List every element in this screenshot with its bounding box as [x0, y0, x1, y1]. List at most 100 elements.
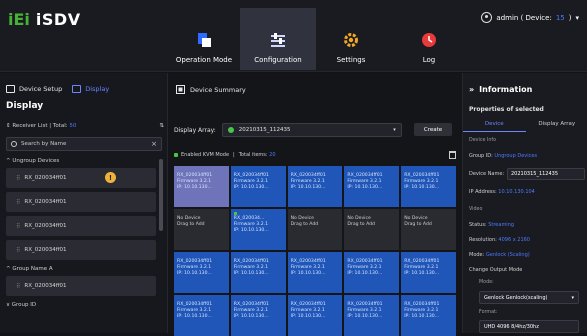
tab-device[interactable]: Device [463, 121, 526, 132]
tile-line: IP: 10.10.130... [234, 314, 283, 320]
tab-device-setup[interactable]: Device Setup [6, 85, 62, 93]
drag-handle-icon[interactable]: ⠿ [16, 199, 20, 206]
list-item[interactable]: ⠿ RX_020034ff01 [6, 240, 156, 260]
display-tile[interactable]: RX_020034ff01Firmware 3.2.1IP: 10.10.130… [344, 252, 399, 293]
chevron-down-icon: ▾ [575, 14, 579, 22]
device-name: RX_020034ff01 [24, 175, 66, 181]
display-tile[interactable]: RX_020034ff01Firmware 3.2.1IP: 10.10.130… [401, 166, 456, 207]
nav-operation-mode[interactable]: Operation Mode [173, 8, 235, 70]
list-item[interactable]: ⠿ RX_020034ff01 ! [6, 168, 156, 188]
nav-configuration[interactable]: Configuration [240, 8, 316, 70]
drag-handle-icon[interactable]: ⠿ [16, 223, 20, 230]
group-name-a[interactable]: ^ Group Name A [6, 266, 53, 272]
display-tile[interactable]: RX_020034...Firmware 3.2.1IP: 10.10.130.… [231, 209, 286, 250]
display-tile[interactable]: RX_020034ff01Firmware 3.2.1IP: 10.10.130… [174, 166, 229, 207]
tile-line: IP: 10.10.130... [347, 185, 396, 191]
app-logo: iEi iSDV [8, 10, 81, 29]
display-tile[interactable]: RX_020034ff01Firmware 3.2.1IP: 10.10.130… [174, 252, 229, 293]
warning-badge: ! [105, 172, 116, 183]
tile-line: Drag to Add [177, 222, 226, 228]
tab-display[interactable]: Display [72, 85, 109, 93]
sort-icon[interactable]: ⇅ [159, 123, 164, 129]
display-array-row: Display Array: 20210315_112435 ▾ [174, 123, 402, 137]
trash-icon[interactable] [449, 151, 456, 159]
kvm-total-value: 20 [269, 152, 275, 158]
group-id[interactable]: ∨ Group ID [6, 302, 36, 308]
display-tile[interactable]: RX_020034ff01Firmware 3.2.1IP: 10.10.130… [288, 166, 343, 207]
tile-line: Drag to Add [291, 222, 340, 228]
format-select[interactable]: UHD 4096 8/4hz/30hz [479, 320, 579, 333]
kvm-row: Enabled KVM Mode | Total items: 20 [174, 151, 456, 159]
device-name: RX_020034ff01 [24, 247, 66, 253]
tile-line: IP: 10.10.130... [234, 185, 283, 191]
mode-select-value: Genlock Genlock(scaling) [484, 295, 547, 301]
device-name-field[interactable]: 20210315_112435 [507, 168, 585, 180]
device-info-label: Device Info [469, 138, 496, 143]
receiver-list-title[interactable]: ⇕ Receiver List | Total: 50 [6, 123, 76, 129]
tile-line: IP: 10.10.130... [177, 314, 226, 320]
device-summary-icon [176, 85, 185, 94]
display-tile[interactable]: RX_020034ff01Firmware 3.2.1IP: 10.10.130… [231, 252, 286, 293]
display-tile[interactable]: RX_020034ff01Firmware 3.2.1IP: 10.10.130… [231, 295, 286, 336]
tab-display-array[interactable]: Display Array [526, 121, 587, 132]
search-input[interactable]: Search by Name × [6, 137, 162, 151]
list-item[interactable]: ⠿ RX_020034ff01 [6, 192, 156, 212]
display-array-select[interactable]: 20210315_112435 ▾ [222, 123, 402, 137]
create-button[interactable]: Create [414, 123, 452, 136]
properties-title: Properties of selected [469, 106, 544, 113]
display-tile[interactable]: RX_020034ff01Firmware 3.2.1IP: 10.10.130… [174, 295, 229, 336]
list-item[interactable]: ⠿ RX_020034ff01 [6, 276, 156, 296]
scrollbar[interactable] [159, 159, 163, 231]
display-tile[interactable]: RX_020034ff01Firmware 3.2.1IP: 10.10.130… [344, 295, 399, 336]
tab-label: Display [85, 85, 109, 93]
user-menu[interactable]: admin ( Device: 15 ) ▾ [481, 12, 579, 23]
section-title: Display [6, 101, 43, 111]
display-tile[interactable]: RX_020034ff01Firmware 3.2.1IP: 10.10.130… [344, 166, 399, 207]
ip-row: IP Address: 10.10.130.104 [469, 189, 535, 195]
empty-slot[interactable]: No DeviceDrag to Add [401, 209, 456, 250]
display-tile[interactable]: RX_020034ff01Firmware 3.2.1IP: 10.10.130… [231, 166, 286, 207]
user-icon [481, 12, 492, 23]
tab-device-summary[interactable]: Device Summary [176, 85, 246, 94]
device-name-label: Device Name: [469, 171, 504, 177]
empty-slot[interactable]: No DeviceDrag to Add [288, 209, 343, 250]
receiver-list-header: ⇕ Receiver List | Total: 50 ⇅ [6, 123, 164, 129]
device-name: RX_020034ff01 [24, 283, 66, 289]
display-array-value: 20210315_112435 [239, 127, 291, 133]
nav-label: Settings [337, 56, 366, 64]
device-count: 15 [556, 14, 565, 22]
left-panel: Device Setup Display Display ⇕ Receiver … [0, 73, 168, 333]
nav-log[interactable]: Log [406, 8, 452, 70]
user-suffix: ) [569, 14, 572, 22]
tile-line: IP: 10.10.130... [347, 271, 396, 277]
display-tile[interactable]: RX_020034ff01Firmware 3.2.1IP: 10.10.130… [401, 252, 456, 293]
empty-slot[interactable]: No DeviceDrag to Add [174, 209, 229, 250]
clear-icon[interactable]: × [151, 140, 157, 148]
group-ungroup-devices[interactable]: ^ Ungroup Devices [6, 158, 59, 164]
right-panel: » Information Properties of selected Dev… [462, 73, 587, 333]
format-label: Format: [479, 310, 498, 315]
left-tabs: Device Setup Display [0, 73, 167, 93]
search-icon [11, 141, 17, 147]
tile-line: Drag to Add [404, 222, 453, 228]
nav-settings[interactable]: Settings [326, 8, 376, 70]
tile-line: IP: 10.10.130... [404, 314, 453, 320]
tile-line: IP: 10.10.130... [234, 228, 283, 234]
change-output-label: Change Output Mode [469, 267, 522, 273]
configuration-icon [270, 32, 286, 48]
list-item[interactable]: ⠿ RX_020034ff01 [6, 216, 156, 236]
mode-select[interactable]: Genlock Genlock(scaling) ▾ [479, 291, 579, 304]
display-tile[interactable]: RX_020034ff01Firmware 3.2.1IP: 10.10.130… [288, 252, 343, 293]
kvm-indicator [234, 212, 237, 215]
resolution-row: Resolution: 4096 x 2160 [469, 237, 530, 243]
drag-handle-icon[interactable]: ⠿ [16, 283, 20, 290]
drag-handle-icon[interactable]: ⠿ [16, 247, 20, 254]
collapse-icon[interactable]: » [469, 85, 474, 94]
display-tile[interactable]: RX_020034ff01Firmware 3.2.1IP: 10.10.130… [288, 295, 343, 336]
chevron-down-icon: ▾ [393, 127, 396, 133]
display-tile[interactable]: RX_020034ff01Firmware 3.2.1IP: 10.10.130… [401, 295, 456, 336]
empty-slot[interactable]: No DeviceDrag to Add [344, 209, 399, 250]
tile-line: Drag to Add [347, 222, 396, 228]
drag-handle-icon[interactable]: ⠿ [16, 175, 20, 182]
tile-line: IP: 10.10.130... [291, 271, 340, 277]
